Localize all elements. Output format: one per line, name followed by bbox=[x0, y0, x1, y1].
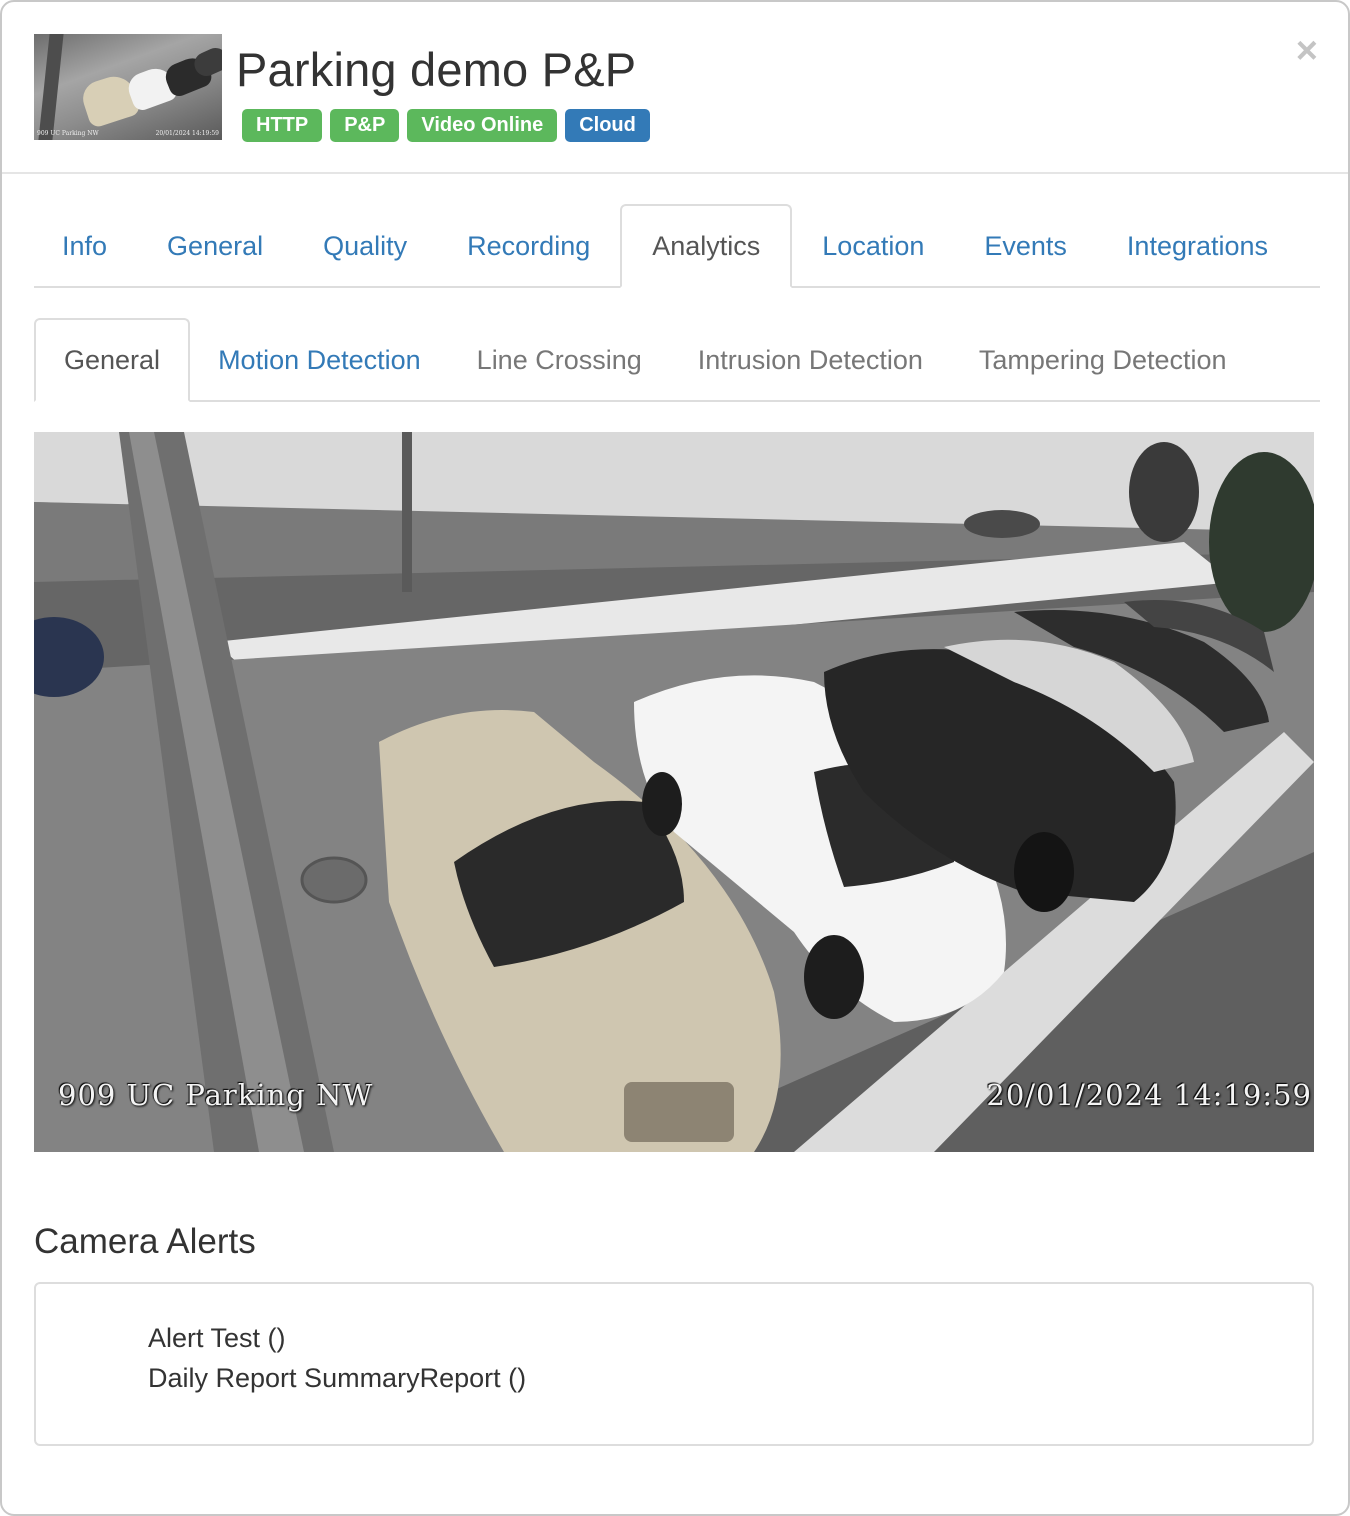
tab-analytics[interactable]: Analytics bbox=[620, 204, 793, 288]
badge-pnp: P&P bbox=[330, 109, 400, 142]
camera-alerts-heading: Camera Alerts bbox=[34, 1222, 256, 1261]
badge-video-online: Video Online bbox=[407, 109, 558, 142]
camera-overlay-name: 909 UC Parking NW bbox=[58, 1078, 374, 1112]
tab-general[interactable]: General bbox=[137, 204, 293, 286]
tab-info[interactable]: Info bbox=[34, 204, 137, 286]
tab-recording[interactable]: Recording bbox=[437, 204, 620, 286]
thumbnail-caption-time: 20/01/2024 14:19:59 bbox=[155, 130, 219, 137]
tab-integrations[interactable]: Integrations bbox=[1097, 204, 1298, 286]
camera-live-view[interactable]: 909 UC Parking NW 20/01/2024 14:19:59 bbox=[34, 432, 1314, 1152]
subtab-motion-detection[interactable]: Motion Detection bbox=[190, 318, 449, 400]
alert-item[interactable]: Daily Report SummaryReport () bbox=[148, 1358, 1312, 1398]
camera-details-modal: 909 UC Parking NW 20/01/2024 14:19:59 Pa… bbox=[0, 0, 1350, 1516]
camera-scene bbox=[34, 432, 1314, 1152]
subtab-intrusion-detection[interactable]: Intrusion Detection bbox=[670, 318, 951, 400]
tab-quality[interactable]: Quality bbox=[293, 204, 437, 286]
close-icon[interactable]: × bbox=[1296, 32, 1318, 70]
thumbnail-pole bbox=[38, 34, 64, 140]
camera-title: Parking demo P&P bbox=[236, 43, 637, 96]
camera-thumbnail[interactable]: 909 UC Parking NW 20/01/2024 14:19:59 bbox=[34, 34, 222, 140]
tab-location[interactable]: Location bbox=[792, 204, 954, 286]
badge-http: HTTP bbox=[242, 109, 323, 142]
badge-cloud: Cloud bbox=[565, 109, 650, 142]
camera-overlay-timestamp: 20/01/2024 14:19:59 bbox=[986, 1078, 1312, 1112]
modal-header: 909 UC Parking NW 20/01/2024 14:19:59 Pa… bbox=[2, 2, 1348, 174]
subtab-general[interactable]: General bbox=[34, 318, 191, 402]
thumbnail-caption-name: 909 UC Parking NW bbox=[37, 130, 99, 137]
analytics-sub-tabs: General Motion Detection Line Crossing I… bbox=[34, 318, 1320, 402]
tab-events[interactable]: Events bbox=[954, 204, 1097, 286]
camera-alerts-list: Alert Test () Daily Report SummaryReport… bbox=[34, 1282, 1314, 1446]
subtab-line-crossing[interactable]: Line Crossing bbox=[449, 318, 670, 400]
alert-item[interactable]: Alert Test () bbox=[148, 1318, 1312, 1358]
status-badges: HTTP P&P Video Online Cloud bbox=[242, 109, 650, 142]
subtab-tampering-detection[interactable]: Tampering Detection bbox=[951, 318, 1255, 400]
main-tabs: Info General Quality Recording Analytics… bbox=[34, 204, 1320, 288]
